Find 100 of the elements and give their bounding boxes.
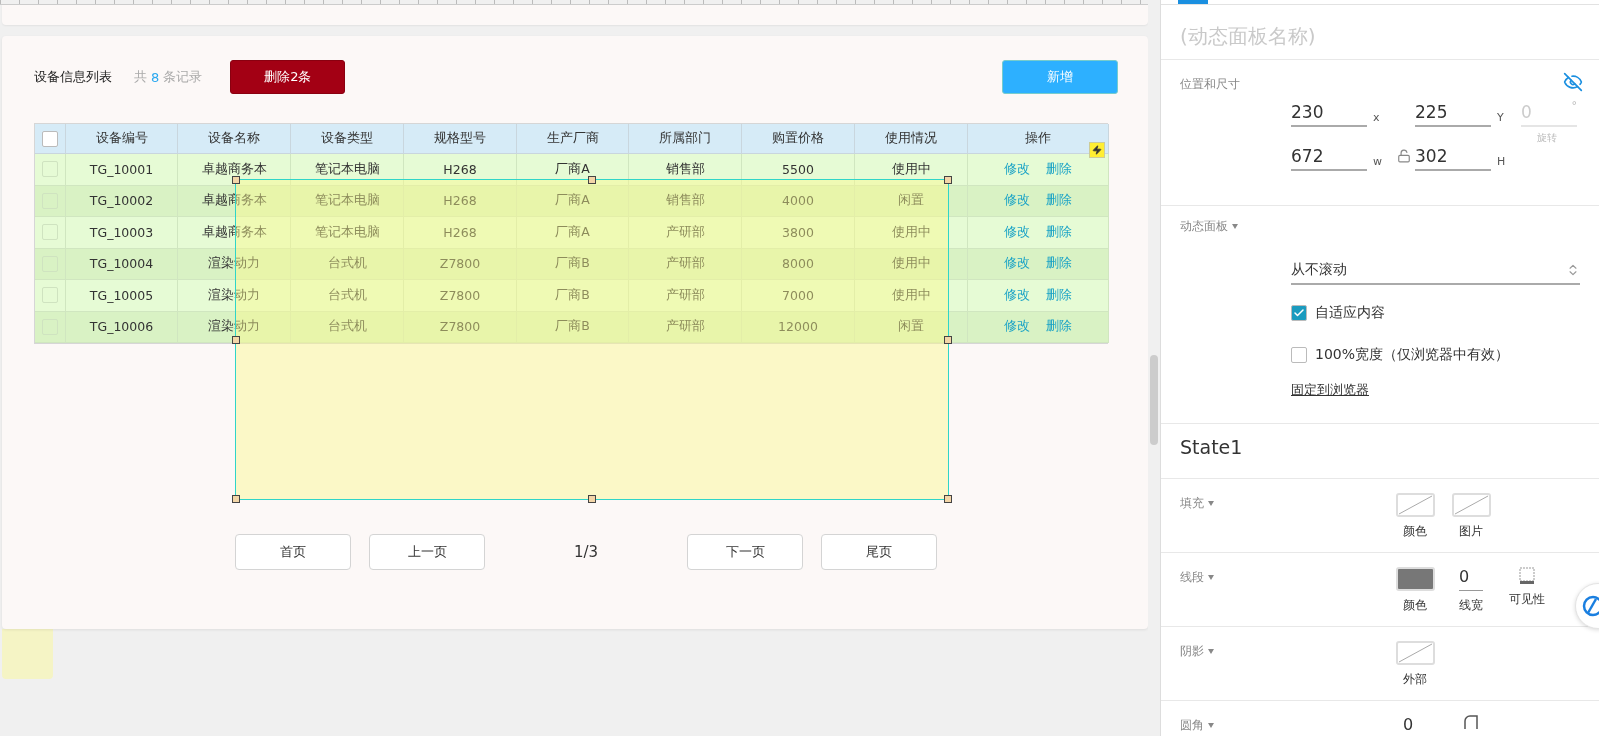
column-header: 购置价格: [742, 124, 855, 154]
row-checkbox[interactable]: [42, 161, 58, 178]
table-cell: H268: [404, 217, 517, 249]
table-cell: 产研部: [629, 217, 742, 249]
table-cell: 笔记本电脑: [291, 185, 404, 217]
page-indicator: 1/3: [572, 543, 600, 561]
table-cell: Z7800: [404, 280, 517, 312]
option-checkbox[interactable]: [1291, 347, 1307, 363]
action-link[interactable]: 删除: [1046, 255, 1072, 273]
row-checkbox[interactable]: [42, 224, 58, 241]
resize-handle[interactable]: [588, 176, 596, 184]
page-button[interactable]: 下一页: [687, 534, 803, 570]
table-cell: TG_10004: [66, 248, 178, 280]
number-field[interactable]: 230: [1291, 99, 1367, 127]
scrollbar-thumb[interactable]: [1150, 355, 1158, 445]
column-header: 设备名称: [178, 124, 291, 154]
number-field[interactable]: 302: [1415, 143, 1491, 171]
table-cell: 产研部: [629, 311, 742, 343]
table-cell: 使用中: [855, 248, 968, 280]
table-cell: H268: [404, 185, 517, 217]
table-cell: 闲置: [855, 185, 968, 217]
table-cell: 厂商A: [517, 154, 629, 186]
caret-icon[interactable]: [1208, 723, 1214, 728]
lock-icon[interactable]: [1397, 149, 1411, 163]
page-button[interactable]: 上一页: [369, 534, 485, 570]
number-field[interactable]: 225: [1415, 99, 1491, 127]
option-label: 100%宽度（仅浏览器中有效）: [1315, 346, 1510, 364]
table-cell: 使用中: [855, 154, 968, 186]
caret-icon[interactable]: [1232, 224, 1238, 229]
action-link[interactable]: 修改: [1004, 286, 1030, 304]
row-checkbox[interactable]: [42, 287, 58, 304]
lightning-icon[interactable]: [1089, 142, 1105, 158]
section-label: 填充: [1180, 495, 1204, 512]
table-cell: 闲置: [855, 311, 968, 343]
resize-handle[interactable]: [944, 495, 952, 503]
action-link[interactable]: 删除: [1046, 192, 1072, 210]
column-header: 设备类型: [291, 124, 404, 154]
column-header: 所属部门: [629, 124, 742, 154]
section-label: 线段: [1180, 569, 1204, 586]
resize-handle[interactable]: [944, 176, 952, 184]
table-cell: 笔记本电脑: [291, 217, 404, 249]
action-link[interactable]: 修改: [1004, 160, 1030, 178]
action-link[interactable]: 修改: [1004, 223, 1030, 241]
table-cell: 4000: [742, 185, 855, 217]
action-link[interactable]: 删除: [1046, 286, 1072, 304]
record-count: 8: [151, 69, 160, 85]
state-name: State1: [1180, 435, 1244, 458]
action-link[interactable]: 修改: [1004, 192, 1030, 210]
resize-handle[interactable]: [232, 335, 240, 344]
table-cell: 使用中: [855, 217, 968, 249]
number-field[interactable]: 0: [1403, 715, 1427, 736]
item-caption: 外部: [1403, 671, 1427, 688]
unit-label: Y: [1497, 111, 1504, 124]
action-link[interactable]: 删除: [1046, 223, 1072, 241]
action-link[interactable]: 删除: [1046, 318, 1072, 336]
empty-swatch-icon[interactable]: [1451, 493, 1491, 517]
corner-icon[interactable]: [1464, 715, 1478, 729]
table-cell: TG_10003: [66, 217, 178, 249]
empty-swatch-icon[interactable]: [1395, 493, 1435, 517]
table-cell: 8000: [742, 248, 855, 280]
section-label: 动态面板: [1180, 218, 1228, 235]
number-field[interactable]: 672: [1291, 143, 1367, 171]
resize-handle[interactable]: [588, 495, 596, 503]
table-cell: TG_10006: [66, 311, 178, 343]
table-cell: 卓越商务本: [178, 154, 291, 186]
item-caption: 颜色: [1403, 523, 1427, 540]
table-cell: Z7800: [404, 248, 517, 280]
color-swatch[interactable]: [1395, 567, 1435, 591]
action-link[interactable]: 修改: [1004, 255, 1030, 273]
scroll-select[interactable]: 从不滚动: [1291, 257, 1580, 285]
item-caption: 线宽: [1459, 597, 1483, 614]
resize-handle[interactable]: [232, 495, 240, 503]
table-cell: 产研部: [629, 280, 742, 312]
resize-handle[interactable]: [232, 176, 240, 184]
action-link[interactable]: 删除: [1046, 160, 1072, 178]
canvas-shape: [2, 629, 53, 679]
empty-swatch-icon[interactable]: [1395, 641, 1435, 665]
column-header: 使用情况: [855, 124, 968, 154]
number-field[interactable]: 0: [1459, 567, 1483, 591]
select-all-checkbox[interactable]: [42, 130, 58, 147]
item-caption: 颜色: [1403, 597, 1427, 614]
table-cell: 厂商B: [517, 311, 629, 343]
table-cell: 台式机: [291, 280, 404, 312]
visibility-icon[interactable]: [1519, 567, 1535, 585]
delete-button[interactable]: 删除2条: [230, 60, 346, 94]
table-cell: 厂商A: [517, 185, 629, 217]
pin-link[interactable]: 固定到浏览器: [1291, 381, 1369, 399]
check-icon: [1293, 307, 1305, 319]
page-button[interactable]: 尾页: [821, 534, 937, 570]
page-button[interactable]: 首页: [235, 534, 351, 570]
caret-icon[interactable]: [1208, 501, 1214, 506]
resize-handle[interactable]: [944, 335, 952, 344]
caret-icon[interactable]: [1208, 575, 1214, 580]
list-title: 设备信息列表: [34, 68, 112, 86]
action-link[interactable]: 修改: [1004, 318, 1030, 336]
caret-icon[interactable]: [1208, 649, 1214, 654]
option-checkbox[interactable]: [1291, 305, 1307, 321]
add-button[interactable]: 新增: [1002, 60, 1118, 94]
hidden-eye-icon[interactable]: [1563, 72, 1583, 92]
unit-label: °: [1571, 99, 1577, 112]
